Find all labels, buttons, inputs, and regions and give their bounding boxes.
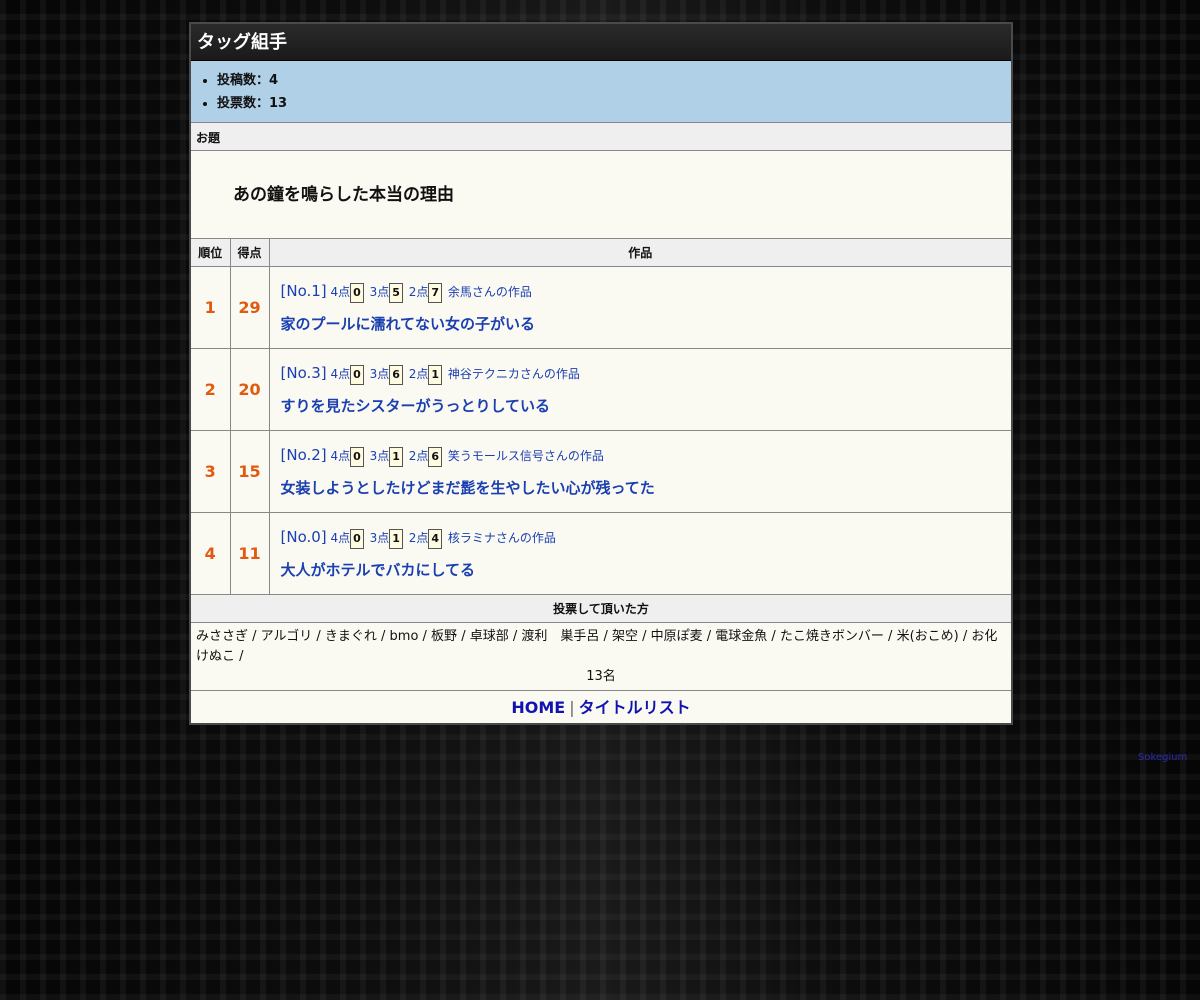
table-row: 2 20 [No.3] 4点 0 3点 6 2点 1 神谷テクニカさんの作品 すりを見…	[191, 348, 1012, 431]
points-4-count: 0	[350, 528, 364, 549]
points-3-count: 6	[389, 364, 403, 385]
work-cell: [No.3] 4点 0 3点 6 2点 1 神谷テクニカさんの作品 すりを見たシスター…	[268, 348, 1012, 431]
points-4-count: 0	[350, 446, 364, 467]
score-cell: 20	[229, 348, 270, 431]
score-header: 得点	[229, 239, 270, 267]
odai-text: あの鐘を鳴らした本当の理由	[191, 151, 1011, 239]
rank-cell: 1	[191, 266, 231, 349]
voters-list: みささぎ / アルゴリ / きまぐれ / bmo / 板野 / 卓球部 / 渡利…	[196, 629, 998, 664]
work-meta: [No.3] 4点 0 3点 6 2点 1 神谷テクニカさんの作品	[280, 363, 1012, 385]
nav-separator: |	[569, 698, 575, 717]
score-cell: 15	[229, 430, 270, 513]
points-3-label: 3点	[369, 531, 390, 545]
work-cell: [No.0] 4点 0 3点 1 2点 4 核ラミナさんの作品 大人がホテルでバカにし…	[268, 512, 1012, 595]
points-3-label: 3点	[369, 367, 390, 381]
footer-nav: HOME | タイトルリスト	[191, 691, 1011, 723]
rank-cell: 2	[191, 348, 231, 431]
points-4-label: 4点	[330, 449, 351, 463]
work-header: 作品	[268, 239, 1011, 267]
points-2-label: 2点	[408, 449, 429, 463]
points-4-label: 4点	[330, 367, 351, 381]
post-count: 投稿数：4	[217, 69, 1011, 92]
work-meta: [No.2] 4点 0 3点 1 2点 6 笑うモールス信号さんの作品	[280, 445, 1012, 467]
points-3-count: 1	[389, 446, 403, 467]
stats-list: 投稿数：4 投票数：13	[217, 69, 1011, 115]
work-cell: [No.1] 4点 0 3点 5 2点 7 余馬さんの作品 家のプールに濡れてない女の…	[268, 266, 1012, 349]
work-cell: [No.2] 4点 0 3点 1 2点 6 笑うモールス信号さんの作品 女装しようとし…	[268, 430, 1012, 513]
work-title: すりを見たシスターがうっとりしている	[280, 397, 551, 415]
points-3-count: 1	[389, 528, 403, 549]
voters-heading: 投票して頂いた方	[191, 595, 1011, 623]
points-3-label: 3点	[369, 449, 390, 463]
work-meta: [No.0] 4点 0 3点 1 2点 4 核ラミナさんの作品	[280, 527, 1012, 549]
work-meta: [No.1] 4点 0 3点 5 2点 7 余馬さんの作品	[280, 281, 1012, 303]
points-2-count: 7	[428, 282, 443, 303]
voters-panel: みささぎ / アルゴリ / きまぐれ / bmo / 板野 / 卓球部 / 渡利…	[191, 623, 1011, 691]
entry-number: [No.2]	[280, 446, 327, 464]
rank-cell: 3	[191, 430, 231, 513]
score-cell: 29	[229, 266, 270, 349]
points-2-label: 2点	[408, 531, 429, 545]
points-4-label: 4点	[330, 285, 351, 299]
table-header-row: 順位 得点 作品	[191, 239, 1011, 267]
points-4-count: 0	[350, 364, 364, 385]
rank-header: 順位	[191, 239, 231, 267]
points-2-label: 2点	[408, 367, 429, 381]
work-title: 女装しようとしたけどまだ髭を生やしたい心が残ってた	[280, 479, 655, 497]
results-table: 順位 得点 作品 1 29 [No.1] 4点 0 3点 5 2点 7 余馬さんの作品…	[191, 239, 1011, 595]
title-list-link[interactable]: タイトルリスト	[579, 698, 691, 717]
table-row: 1 29 [No.1] 4点 0 3点 5 2点 7 余馬さんの作品 家のプールに濡れ…	[191, 266, 1012, 349]
author-link[interactable]: 余馬さんの作品	[448, 285, 532, 299]
points-2-count: 4	[428, 528, 443, 549]
work-title: 大人がホテルでバカにしてる	[280, 561, 476, 579]
credit-link[interactable]: Sokegium	[1138, 752, 1187, 763]
score-cell: 11	[229, 512, 270, 595]
points-4-label: 4点	[330, 531, 351, 545]
page-title: タッグ組手	[191, 24, 1011, 61]
entry-number: [No.1]	[280, 282, 327, 300]
table-row: 3 15 [No.2] 4点 0 3点 1 2点 6 笑うモールス信号さんの作品 女装…	[191, 430, 1012, 513]
vote-count: 投票数：13	[217, 92, 1011, 115]
points-3-label: 3点	[369, 285, 390, 299]
home-link[interactable]: HOME	[511, 698, 565, 717]
rank-cell: 4	[191, 512, 231, 595]
points-3-count: 5	[389, 282, 403, 303]
main-panel: タッグ組手 投稿数：4 投票数：13 お題 あの鐘を鳴らした本当の理由 順位 得…	[189, 22, 1013, 725]
points-4-count: 0	[350, 282, 364, 303]
author-link[interactable]: 神谷テクニカさんの作品	[448, 367, 580, 381]
author-link[interactable]: 核ラミナさんの作品	[448, 531, 556, 545]
stats-panel: 投稿数：4 投票数：13	[191, 61, 1011, 123]
voter-count: 13名	[586, 669, 616, 684]
work-title: 家のプールに濡れてない女の子がいる	[280, 315, 536, 333]
points-2-count: 1	[428, 364, 443, 385]
entry-number: [No.0]	[280, 528, 327, 546]
table-row: 4 11 [No.0] 4点 0 3点 1 2点 4 核ラミナさんの作品 大人がホテル…	[191, 512, 1012, 595]
author-link[interactable]: 笑うモールス信号さんの作品	[448, 449, 604, 463]
odai-label: お題	[191, 123, 1011, 151]
points-2-label: 2点	[408, 285, 429, 299]
points-2-count: 6	[428, 446, 443, 467]
entry-number: [No.3]	[280, 364, 327, 382]
